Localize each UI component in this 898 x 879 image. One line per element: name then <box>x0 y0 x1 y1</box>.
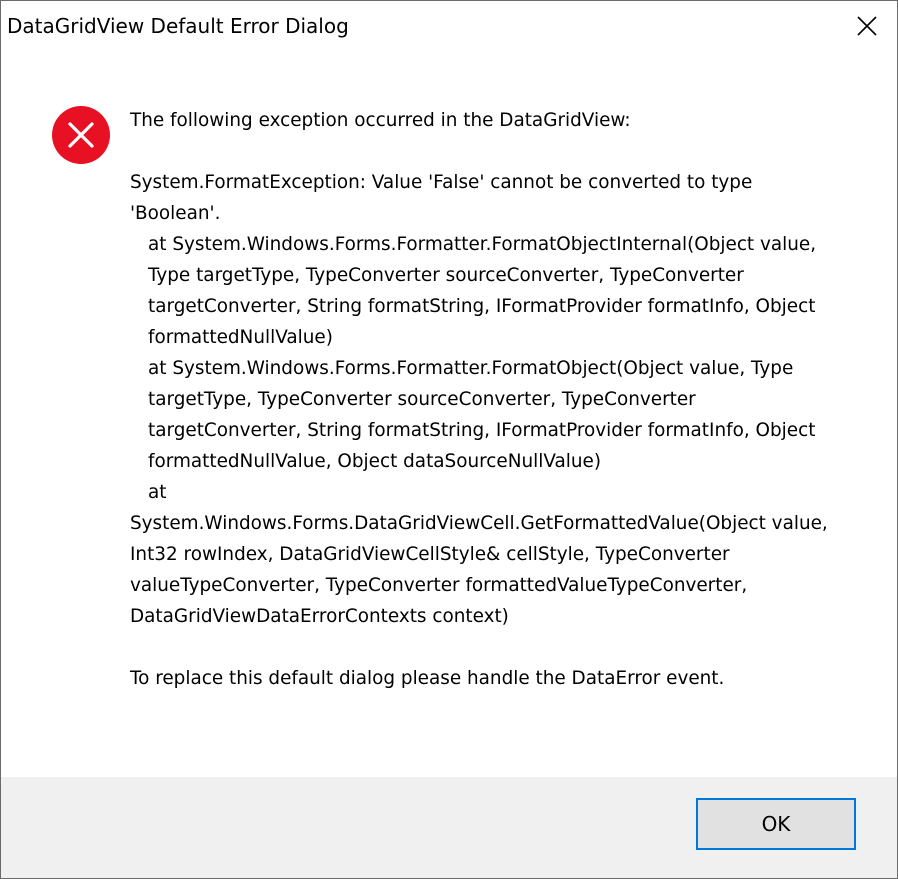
dialog-content: The following exception occurred in the … <box>1 53 897 777</box>
stack-frame-1: at System.Windows.Forms.Formatter.Format… <box>148 234 817 348</box>
close-icon <box>856 15 878 37</box>
title-bar[interactable]: DataGridView Default Error Dialog <box>1 1 897 53</box>
stack-frame-3-prefix: at <box>148 482 167 503</box>
intro-text: The following exception occurred in the … <box>130 110 631 131</box>
ok-button-label: OK <box>761 812 791 836</box>
error-icon <box>51 105 111 165</box>
footer-text: To replace this default dialog please ha… <box>130 668 725 689</box>
error-dialog-window: DataGridView Default Error Dialog The fo… <box>0 0 898 879</box>
ok-button[interactable]: OK <box>696 798 856 850</box>
stack-frame-3: System.Windows.Forms.DataGridViewCell.Ge… <box>130 513 828 627</box>
button-bar: OK <box>1 777 897 878</box>
stack-frame-2: at System.Windows.Forms.Formatter.Format… <box>148 358 816 472</box>
close-button[interactable] <box>837 1 897 51</box>
window-title: DataGridView Default Error Dialog <box>7 14 349 38</box>
error-message: The following exception occurred in the … <box>130 105 835 694</box>
exception-text: System.FormatException: Value 'False' ca… <box>130 172 753 224</box>
